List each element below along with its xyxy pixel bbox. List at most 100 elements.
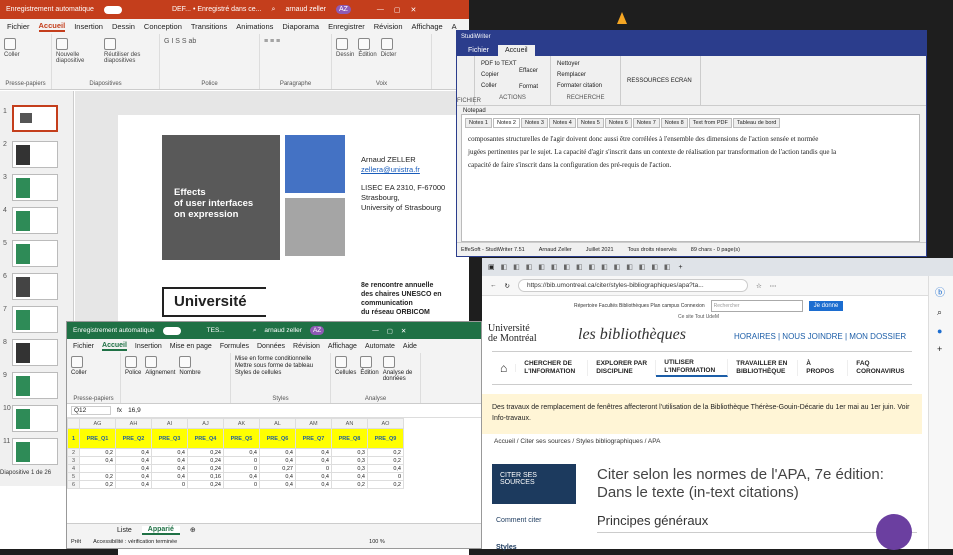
nav-item[interactable]: CHERCHER DE L'INFORMATION	[516, 360, 589, 376]
cite-sources-box[interactable]: CITER SES SOURCES	[492, 464, 576, 504]
vlc-cone-icon[interactable]	[617, 12, 627, 24]
slide-thumb-5[interactable]	[12, 240, 58, 267]
cell[interactable]: 0,24	[187, 464, 224, 473]
search-icon[interactable]: ⌕	[253, 327, 257, 335]
cell[interactable]: 0,4	[367, 464, 404, 473]
font-button[interactable]: Police	[125, 356, 141, 400]
cell[interactable]: 0	[223, 456, 260, 465]
cell[interactable]: PRE_Q4	[187, 428, 224, 449]
udm-logo[interactable]: Université de Montréal	[488, 324, 537, 344]
avatar[interactable]: AZ	[335, 5, 351, 14]
notes-tab[interactable]: Notes 4	[548, 118, 576, 128]
cell[interactable]: 0,4	[295, 472, 332, 481]
cell[interactable]: 0,4	[223, 472, 260, 481]
notes-tab[interactable]: Notes 3	[520, 118, 548, 128]
cell[interactable]: 0,2	[79, 480, 116, 489]
tab-automate[interactable]: Automate	[365, 343, 395, 350]
breadcrumb[interactable]: Accueil / Citer ses sources / Styles bib…	[494, 438, 660, 445]
number-button[interactable]: Nombre	[179, 356, 201, 400]
screen-button[interactable]: ECRAN	[671, 78, 692, 84]
cell[interactable]: PRE_Q6	[259, 428, 296, 449]
sw-tab-accueil[interactable]: Accueil	[498, 45, 535, 56]
cell[interactable]: 0,4	[331, 472, 368, 481]
cell[interactable]: 0,24	[187, 456, 224, 465]
tab-revision[interactable]: Révision	[374, 22, 403, 31]
col-header[interactable]: AH	[115, 418, 152, 429]
ppt-user[interactable]: arnaud zeller	[285, 6, 325, 13]
cell[interactable]: 0,4	[115, 464, 152, 473]
udm-radio[interactable]: Ce site Tout UdeM	[678, 314, 719, 320]
tab-fichier[interactable]: Fichier	[73, 343, 94, 350]
tab-dessin[interactable]: Dessin	[112, 22, 135, 31]
sw-tab-fichier[interactable]: Fichier	[461, 45, 496, 56]
cell[interactable]: PRE_Q9	[367, 428, 404, 449]
sidebar-item-styles[interactable]: Styles	[496, 544, 517, 551]
je-donne-button[interactable]: Je donne	[808, 301, 844, 311]
slide-thumb-4[interactable]	[12, 207, 58, 234]
minimize-icon[interactable]: —	[372, 327, 379, 334]
ppt-doc-title[interactable]: DEF... • Enregistré dans ce...	[172, 6, 262, 13]
cell[interactable]: 0,2	[367, 448, 404, 457]
cell[interactable]	[79, 464, 116, 473]
formula-input[interactable]: 16,9	[128, 407, 141, 414]
shopping-icon[interactable]: ●	[937, 326, 945, 336]
xl-toggle[interactable]	[162, 326, 181, 335]
sheet-tab[interactable]: Liste	[117, 527, 132, 534]
close-icon[interactable]: ✕	[411, 6, 417, 14]
corner-cell[interactable]	[67, 418, 80, 429]
notes-tab[interactable]: Notes 8	[660, 118, 688, 128]
sheet-tab-active[interactable]: Apparié	[141, 525, 180, 535]
cell[interactable]: 0,2	[367, 480, 404, 489]
cell[interactable]: 0,4	[259, 472, 296, 481]
alignment-button[interactable]: Alignement	[145, 356, 175, 400]
slide-email[interactable]: zellera@unistra.fr	[361, 165, 445, 175]
cell[interactable]: 0,4	[115, 480, 152, 489]
cell[interactable]: 0	[151, 480, 188, 489]
search-icon[interactable]: ⌕	[937, 307, 945, 318]
col-header[interactable]: AK	[223, 418, 260, 429]
slide-thumb-9[interactable]	[12, 372, 58, 399]
cell[interactable]: 0,4	[295, 448, 332, 457]
menu-icon[interactable]: ⋯	[770, 282, 777, 290]
cell[interactable]: PRE_Q2	[115, 428, 152, 449]
notes-tab[interactable]: Notes 5	[576, 118, 604, 128]
home-icon[interactable]: ⌂	[492, 362, 517, 374]
cell[interactable]: 0	[295, 464, 332, 473]
cell[interactable]: PRE_Q1	[79, 428, 116, 449]
resources-button[interactable]: RESSOURCES	[627, 78, 669, 84]
minimize-icon[interactable]: —	[377, 6, 384, 13]
cell[interactable]: 0,3	[331, 448, 368, 457]
cell[interactable]: 0,4	[295, 480, 332, 489]
tab-aide[interactable]: Aide	[403, 343, 417, 350]
tab-affichage[interactable]: Affichage	[412, 22, 443, 31]
cell[interactable]: 0,2	[367, 456, 404, 465]
cell[interactable]: 0,3	[331, 456, 368, 465]
cell[interactable]: 0,4	[259, 448, 296, 457]
cell[interactable]: 0,4	[151, 464, 188, 473]
notes-tab[interactable]: Notes 1	[465, 118, 492, 128]
udm-bib-title[interactable]: les bibliothèques	[578, 326, 686, 344]
slide-thumb-11[interactable]	[12, 438, 58, 465]
xl-user[interactable]: arnaud zeller	[264, 327, 302, 334]
tab-insertion[interactable]: Insertion	[74, 22, 103, 31]
row-header[interactable]: 1	[67, 428, 80, 449]
tab-transitions[interactable]: Transitions	[191, 22, 227, 31]
slide-thumb-8[interactable]	[12, 339, 58, 366]
notes-tab[interactable]: Tableau de bord	[732, 118, 781, 128]
cell[interactable]: 0,4	[259, 456, 296, 465]
back-icon[interactable]: ←	[490, 282, 497, 289]
cell[interactable]: 0,4	[151, 448, 188, 457]
udm-top-links[interactable]: Répertoire Facultés Bibliothèques Plan c…	[574, 303, 705, 309]
col-header[interactable]: AO	[367, 418, 404, 429]
col-header[interactable]: AM	[295, 418, 332, 429]
cell[interactable]: 0,2	[331, 480, 368, 489]
row-header[interactable]: 6	[67, 480, 80, 489]
spreadsheet-grid[interactable]: AG AH AI AJ AK AL AM AN AO 1 PRE_Q1 PRE_…	[67, 418, 404, 489]
col-header[interactable]: AG	[79, 418, 116, 429]
search-input[interactable]: Rechercher	[710, 300, 803, 312]
row-header[interactable]: 2	[67, 448, 80, 457]
tab-conception[interactable]: Conception	[144, 22, 182, 31]
nav-item[interactable]: UTILISER L'INFORMATION	[656, 359, 729, 377]
row-header[interactable]: 4	[67, 464, 80, 473]
format-button[interactable]: Format	[519, 82, 538, 93]
